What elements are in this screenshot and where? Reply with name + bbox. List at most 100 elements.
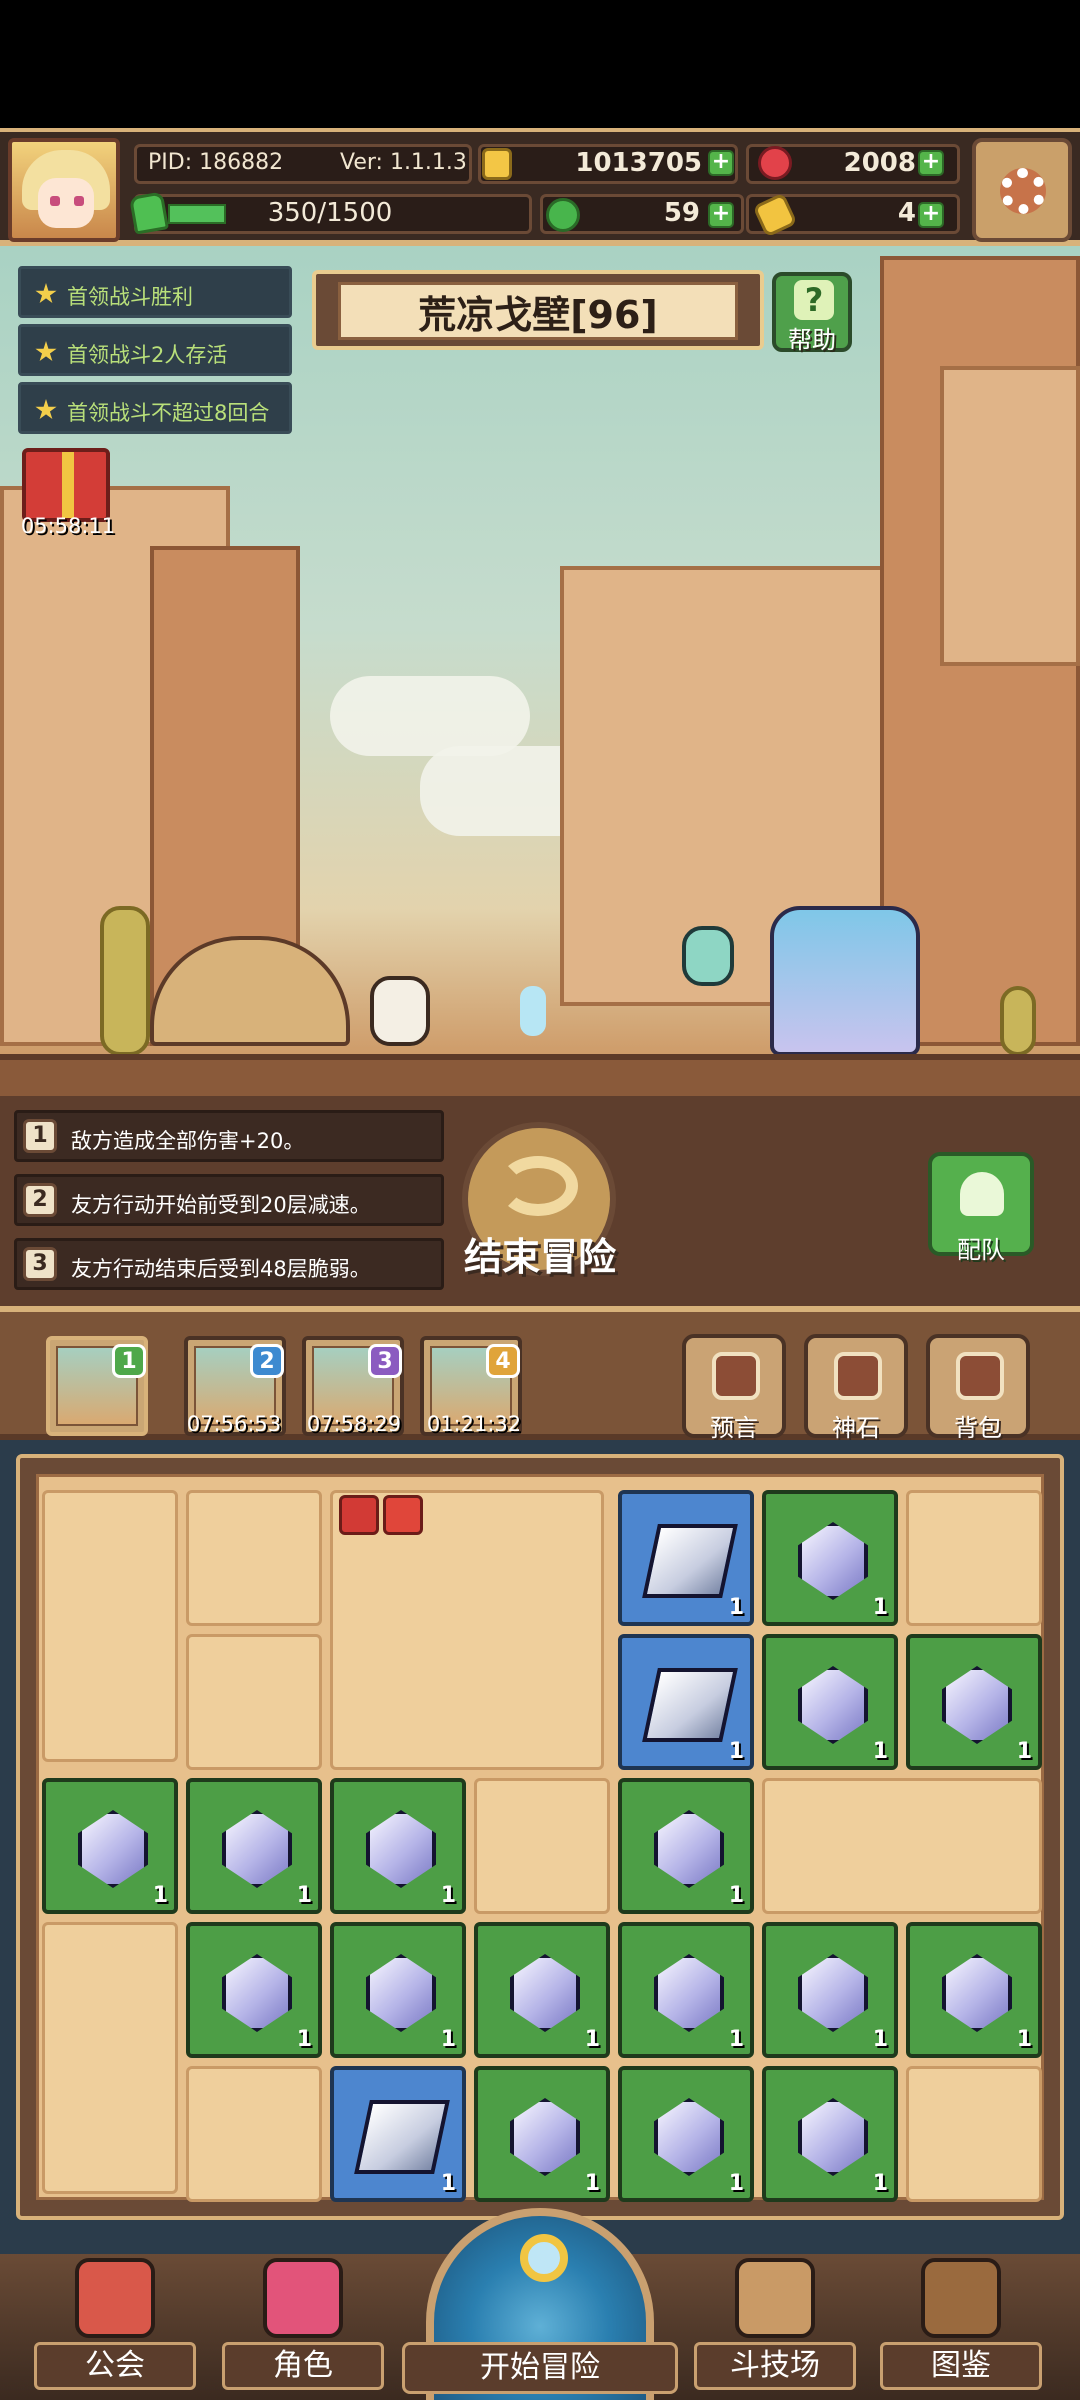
- objective-item: 首领战斗胜利: [18, 266, 292, 318]
- crystal-ball-icon: [712, 1352, 760, 1400]
- guild-house-icon: [75, 2258, 155, 2338]
- prophecy-button[interactable]: 预言: [682, 1334, 786, 1442]
- crystal-item[interactable]: 1: [42, 1778, 178, 1914]
- crystal-item[interactable]: 1: [762, 1490, 898, 1626]
- spirit-flame: [520, 986, 546, 1036]
- key-amount: 4: [897, 198, 916, 228]
- skeleton-tile[interactable]: [762, 1778, 1042, 1914]
- crystal-item[interactable]: 1: [474, 1922, 610, 2058]
- energy-bar-fill: [168, 204, 226, 224]
- modifier-number: 1: [23, 1119, 57, 1153]
- gold-amount: 1013705: [575, 148, 702, 178]
- crystal-item[interactable]: 1: [618, 1778, 754, 1914]
- nav-arena[interactable]: 斗技场: [690, 2254, 860, 2400]
- backpack-button[interactable]: 背包: [926, 1334, 1030, 1442]
- nav-character[interactable]: 角色: [218, 2254, 388, 2400]
- crystal-item[interactable]: 1: [330, 1922, 466, 2058]
- hero-character: [770, 906, 920, 1056]
- objective-item: 首领战斗不超过8回合: [18, 382, 292, 434]
- modifier-item: 1 敌方造成全部伤害+20。: [14, 1110, 444, 1162]
- ground-strip: [0, 1054, 1080, 1096]
- question-icon: ?: [794, 280, 834, 320]
- crystal-item[interactable]: 1: [186, 1922, 322, 2058]
- end-adventure-label: 结束冒险: [463, 1235, 616, 1279]
- crystal-item[interactable]: 1: [906, 1634, 1042, 1770]
- crystal-item[interactable]: 1: [906, 1922, 1042, 2058]
- slot-timer: 07:56:53: [186, 1412, 282, 1436]
- backpack-label: 背包: [954, 1414, 1002, 1442]
- gift-box-icon[interactable]: [22, 448, 110, 522]
- gift-timer: 05:58:11: [20, 514, 116, 538]
- modifier-text: 友方行动结束后受到48层脆弱。: [71, 1257, 371, 1281]
- crystal-item[interactable]: 1: [618, 1922, 754, 2058]
- add-gems-icon[interactable]: +: [918, 150, 944, 176]
- nav-guild-label: 公会: [34, 2342, 196, 2390]
- stage-slot-1[interactable]: 1: [46, 1336, 148, 1436]
- cauldron-tile[interactable]: [186, 1634, 322, 1770]
- top-status-bar: PID: 186882 Ver: 1.1.1.3 1013705 + 2008 …: [0, 128, 1080, 246]
- version-label: Ver: 1.1.1.3: [340, 150, 467, 175]
- star-flag-icon: [383, 1495, 423, 1535]
- slot-badge: 4: [486, 1344, 520, 1378]
- star-icon: [35, 341, 57, 362]
- add-key-icon[interactable]: +: [918, 202, 944, 228]
- gems-amount: 2008: [843, 148, 916, 178]
- nav-start-adventure[interactable]: 开始冒险: [402, 2200, 678, 2400]
- boss-flag-icon: [339, 1495, 379, 1535]
- nav-guild[interactable]: 公会: [30, 2254, 200, 2400]
- add-clover-icon[interactable]: +: [708, 202, 734, 228]
- clover-icon: [546, 198, 580, 232]
- crystal-item[interactable]: 1: [330, 1778, 466, 1914]
- energy-text: 350/1500: [267, 198, 393, 228]
- crystal-item[interactable]: 1: [762, 1922, 898, 2058]
- gold-coin-icon: [482, 148, 512, 180]
- slot-badge: 3: [368, 1344, 402, 1378]
- white-cat-companion: [370, 976, 430, 1046]
- prophecy-label: 预言: [710, 1414, 758, 1442]
- crossed-swords-icon: [735, 2258, 815, 2338]
- nav-codex-label: 图鉴: [880, 2342, 1042, 2390]
- slot-timer: 07:58:29: [306, 1412, 402, 1436]
- cactus-tile: [42, 1922, 178, 2194]
- team-label: 配队: [957, 1236, 1005, 1264]
- ice-cube-item[interactable]: 1: [618, 1490, 754, 1626]
- return-arrow-icon: [498, 1156, 578, 1216]
- divine-stone-label: 神石: [832, 1414, 880, 1442]
- crystal-item[interactable]: 1: [474, 2066, 610, 2202]
- ice-cube-item[interactable]: 1: [618, 1634, 754, 1770]
- objective-text: 首领战斗胜利: [67, 285, 193, 309]
- slot-badge: 2: [250, 1344, 284, 1378]
- signpost-tile[interactable]: [906, 2066, 1042, 2202]
- nav-codex[interactable]: 图鉴: [876, 2254, 1046, 2400]
- ice-cube-item[interactable]: 1: [330, 2066, 466, 2202]
- stone-icon: [834, 1352, 882, 1400]
- treasure-chest-tile[interactable]: [906, 1490, 1042, 1626]
- modifier-number: 3: [23, 1247, 57, 1281]
- help-label: 帮助: [788, 326, 836, 354]
- gear-icon: [1000, 168, 1046, 214]
- totem-tile[interactable]: [42, 1490, 178, 1762]
- modifier-number: 2: [23, 1183, 57, 1217]
- book-icon: [921, 2258, 1001, 2338]
- slot-badge: 1: [112, 1344, 146, 1378]
- star-icon: [35, 283, 57, 304]
- red-gem-icon: [758, 146, 792, 180]
- crystal-item[interactable]: 1: [618, 2066, 754, 2202]
- settings-button[interactable]: [972, 138, 1072, 242]
- sand-tile: [186, 1490, 322, 1626]
- signpost-tile[interactable]: [474, 1778, 610, 1914]
- crystal-item[interactable]: 1: [762, 2066, 898, 2202]
- add-gold-icon[interactable]: +: [708, 150, 734, 176]
- stage-slots-bar: 1 2 3 4 07:56:53 07:58:29 01:21:32 预言 神石…: [0, 1306, 1080, 1442]
- modifier-item: 2 友方行动开始前受到20层减速。: [14, 1174, 444, 1226]
- divine-stone-button[interactable]: 神石: [804, 1334, 908, 1442]
- modifier-text: 敌方造成全部伤害+20。: [71, 1129, 305, 1153]
- fairy-companion: [682, 926, 734, 986]
- player-avatar[interactable]: [8, 138, 120, 242]
- boss-rock-tile[interactable]: [330, 1490, 604, 1770]
- crystal-item[interactable]: 1: [762, 1634, 898, 1770]
- stage-name: 荒凉戈壁[96]: [418, 293, 658, 337]
- objective-text: 首领战斗不超过8回合: [67, 401, 270, 425]
- crystal-item[interactable]: 1: [186, 1778, 322, 1914]
- objective-item: 首领战斗2人存活: [18, 324, 292, 376]
